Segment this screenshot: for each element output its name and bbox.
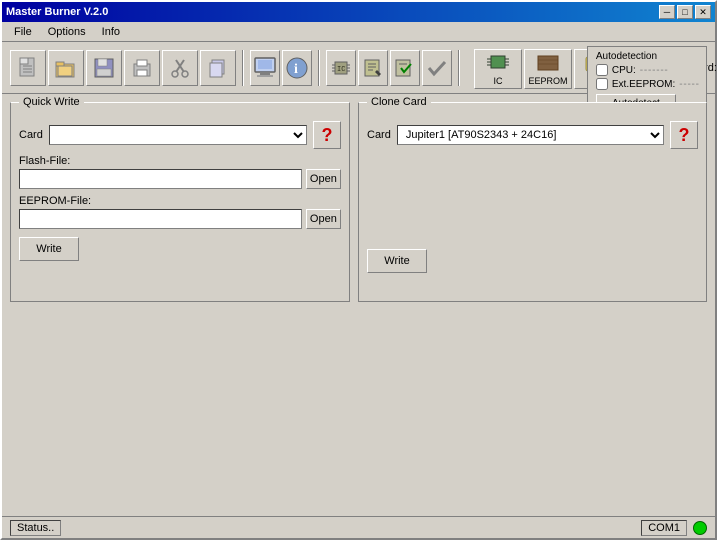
toolbar-checkmark[interactable] (422, 50, 452, 86)
chip-read-icon: IC (327, 54, 355, 82)
info-icon: i (283, 54, 311, 82)
flash-open-button[interactable]: Open (306, 169, 341, 189)
tab-ic-label: IC (494, 76, 503, 86)
clone-card-title: Clone Card (367, 96, 431, 108)
toolbar-info[interactable]: i (282, 50, 312, 86)
eeprom-file-row: Open (19, 209, 341, 229)
open-icon (54, 56, 78, 80)
ok-icon (423, 54, 451, 82)
quick-write-actions: Write (19, 237, 341, 261)
toolbar: i IC (2, 42, 715, 94)
com-panel: COM1 (641, 520, 687, 536)
flash-file-input[interactable] (19, 169, 302, 189)
maximize-button[interactable]: □ (677, 5, 693, 19)
computer-icon (251, 54, 279, 82)
quick-write-title: Quick Write (19, 96, 84, 108)
main-content: Quick Write Card ? Flash-File: Open (2, 94, 715, 313)
ext-eeprom-dots: - - - - - (679, 79, 698, 90)
clone-card-group: Clone Card Card Jupiter1 [AT90S2343 + 24… (358, 102, 707, 302)
clone-card-select[interactable]: Jupiter1 [AT90S2343 + 24C16] (397, 125, 664, 145)
eeprom-file-label: EEPROM-File: (19, 195, 341, 207)
toolbar-verify[interactable] (390, 50, 420, 86)
title-controls: ─ □ ✕ (659, 5, 711, 19)
toolbar-write[interactable] (358, 50, 388, 86)
quick-write-group: Quick Write Card ? Flash-File: Open (10, 102, 350, 302)
cpu-dots: - - - - - - - (640, 65, 667, 76)
status-text-panel: Status.. (10, 520, 61, 536)
svg-text:i: i (294, 62, 298, 77)
eeprom-file-input[interactable] (19, 209, 302, 229)
toolbar-btn-1[interactable] (10, 50, 46, 86)
new-icon (16, 56, 40, 80)
tab-eeprom[interactable]: EEPROM (524, 49, 572, 89)
flash-file-section: Flash-File: Open (19, 155, 341, 189)
menu-file[interactable]: File (6, 24, 40, 40)
clone-card-row: Card Jupiter1 [AT90S2343 + 24C16] ? (367, 121, 698, 149)
minimize-button[interactable]: ─ (659, 5, 675, 19)
toolbar-separator-3 (458, 50, 460, 86)
tab-eeprom-label: EEPROM (528, 76, 567, 86)
autodetect-title: Autodetection (596, 51, 698, 62)
menu-bar: File Options Info (2, 22, 715, 42)
cpu-checkbox[interactable] (596, 64, 608, 76)
svg-text:IC: IC (337, 66, 345, 74)
eeprom-file-section: EEPROM-File: Open (19, 195, 341, 229)
tab-ic[interactable]: IC (474, 49, 522, 89)
status-led (693, 521, 707, 535)
window-title: Master Burner V.2.0 (6, 6, 108, 18)
ext-eeprom-checkbox[interactable] (596, 78, 608, 90)
quick-write-help-button[interactable]: ? (313, 121, 341, 149)
cut-icon (168, 56, 192, 80)
close-button[interactable]: ✕ (695, 5, 711, 19)
verify-icon (391, 54, 419, 82)
eeprom-open-button[interactable]: Open (306, 209, 341, 229)
quick-write-button[interactable]: Write (19, 237, 79, 261)
toolbar-group-1 (10, 50, 236, 86)
toolbar-btn-4[interactable] (124, 50, 160, 86)
com-label: COM1 (648, 522, 680, 534)
write-icon (359, 54, 387, 82)
status-right: COM1 (641, 520, 707, 536)
clone-write-actions: Write (367, 249, 698, 273)
quick-write-card-select[interactable] (49, 125, 307, 145)
toolbar-btn-3[interactable] (86, 50, 122, 86)
status-bar: Status.. COM1 (2, 516, 715, 538)
clone-card-panel: Clone Card Card Jupiter1 [AT90S2343 + 24… (358, 102, 707, 305)
autodetect-eeprom-row: Ext.EEPROM: - - - - - (596, 78, 698, 90)
toolbar-separator-2 (318, 50, 320, 86)
quick-write-panel: Quick Write Card ? Flash-File: Open (10, 102, 350, 305)
autodetect-cpu-row: CPU: - - - - - - - (596, 64, 698, 76)
spacer (2, 313, 715, 516)
clone-write-button[interactable]: Write (367, 249, 427, 273)
toolbar-btn-2[interactable] (48, 50, 84, 86)
toolbar-chip[interactable]: IC (326, 50, 356, 86)
flash-file-row: Open (19, 169, 341, 189)
menu-options[interactable]: Options (40, 24, 94, 40)
status-text: Status.. (17, 522, 54, 534)
clone-help-button[interactable]: ? (670, 121, 698, 149)
copy-icon (206, 56, 230, 80)
quick-write-card-label: Card (19, 129, 43, 141)
save-icon (92, 56, 116, 80)
toolbar-btn-5[interactable] (162, 50, 198, 86)
ic-tab-icon (483, 52, 513, 74)
menu-info[interactable]: Info (94, 24, 128, 40)
print-icon (130, 56, 154, 80)
ext-eeprom-label: Ext.EEPROM: (612, 79, 675, 90)
toolbar-separator-1 (242, 50, 244, 86)
quick-write-card-row: Card ? (19, 121, 341, 149)
toolbar-computer[interactable] (250, 50, 280, 86)
title-bar: Master Burner V.2.0 ─ □ ✕ (2, 2, 715, 22)
flash-file-label: Flash-File: (19, 155, 341, 167)
toolbar-btn-6[interactable] (200, 50, 236, 86)
clone-card-label: Card (367, 129, 391, 141)
cpu-label: CPU: (612, 65, 636, 76)
main-window: Master Burner V.2.0 ─ □ ✕ File Options I… (0, 0, 717, 540)
eeprom-tab-icon (533, 52, 563, 74)
